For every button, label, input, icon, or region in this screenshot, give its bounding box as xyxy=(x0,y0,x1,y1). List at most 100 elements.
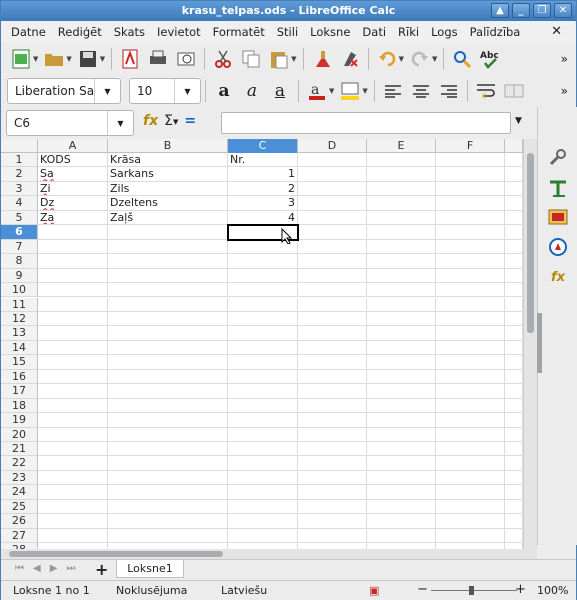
cell[interactable] xyxy=(38,369,108,385)
row-header[interactable]: 8 xyxy=(1,254,38,269)
cell[interactable] xyxy=(436,283,505,298)
underline-icon[interactable]: a xyxy=(268,79,292,103)
sum-icon[interactable]: Σ xyxy=(164,113,173,129)
cell[interactable] xyxy=(505,485,523,500)
cell[interactable] xyxy=(38,311,108,327)
previous-sheet-icon[interactable]: ◀ xyxy=(33,563,41,574)
cell[interactable] xyxy=(38,326,108,341)
cell[interactable] xyxy=(436,456,505,471)
cell[interactable] xyxy=(108,413,228,428)
cell[interactable] xyxy=(228,442,298,457)
cell[interactable] xyxy=(38,528,108,544)
cell[interactable] xyxy=(436,297,505,312)
cell[interactable] xyxy=(298,514,367,529)
cell[interactable] xyxy=(436,311,505,327)
menu-sheet[interactable]: Loksne xyxy=(304,25,356,39)
column-header[interactable]: E xyxy=(367,139,436,153)
menu-edit[interactable]: Rediģēt xyxy=(52,25,108,39)
cell[interactable] xyxy=(367,369,436,385)
cell[interactable] xyxy=(505,413,523,428)
close-window-button[interactable]: ✕ xyxy=(554,3,572,18)
undo-icon[interactable] xyxy=(375,47,399,71)
add-sheet-button[interactable]: + xyxy=(95,560,108,579)
cell[interactable] xyxy=(108,283,228,298)
functions-icon[interactable]: fx xyxy=(546,265,570,289)
cell[interactable]: KODS xyxy=(38,153,108,168)
cell[interactable] xyxy=(436,167,505,182)
cell[interactable] xyxy=(38,254,108,269)
zoom-out-button[interactable]: − xyxy=(417,582,428,597)
cell[interactable]: Zils xyxy=(108,181,228,197)
cell[interactable] xyxy=(228,427,298,442)
zoom-slider-track[interactable] xyxy=(431,590,517,591)
row-header[interactable]: 27 xyxy=(1,528,38,544)
export-pdf-icon[interactable] xyxy=(118,47,142,71)
cell[interactable] xyxy=(436,485,505,500)
shade-button[interactable]: ▲ xyxy=(491,3,509,18)
page-style[interactable]: Noklusējuma xyxy=(116,584,187,597)
row-header[interactable]: 12 xyxy=(1,311,38,327)
cell[interactable] xyxy=(367,254,436,269)
cell[interactable] xyxy=(38,225,108,240)
row-header[interactable]: 6 xyxy=(1,225,38,240)
cell[interactable] xyxy=(367,355,436,370)
cell[interactable] xyxy=(298,167,367,182)
cell[interactable] xyxy=(228,499,298,515)
cell[interactable] xyxy=(298,225,367,240)
cell[interactable] xyxy=(228,485,298,500)
cell[interactable] xyxy=(505,326,523,341)
row-header[interactable]: 11 xyxy=(1,297,38,312)
cell[interactable] xyxy=(228,398,298,414)
vertical-scrollbar[interactable] xyxy=(523,139,537,549)
bold-icon[interactable]: a xyxy=(212,79,236,103)
column-header[interactable]: C xyxy=(228,139,298,153)
merge-cells-icon[interactable] xyxy=(502,79,526,103)
cell[interactable] xyxy=(436,254,505,269)
cell[interactable] xyxy=(108,427,228,442)
cell[interactable] xyxy=(505,181,523,197)
cell[interactable] xyxy=(436,514,505,529)
redo-icon[interactable] xyxy=(408,47,432,71)
cell[interactable]: 3 xyxy=(228,196,298,211)
cell[interactable] xyxy=(436,499,505,515)
vertical-scroll-thumb[interactable] xyxy=(527,153,534,333)
cell[interactable] xyxy=(505,254,523,269)
row-header[interactable]: 25 xyxy=(1,499,38,515)
cell[interactable] xyxy=(298,442,367,457)
cell[interactable] xyxy=(228,254,298,269)
cell[interactable] xyxy=(298,153,367,168)
cell[interactable] xyxy=(436,196,505,211)
cell[interactable] xyxy=(505,470,523,486)
cell[interactable] xyxy=(228,340,298,356)
expand-formula-icon[interactable]: ▼ xyxy=(515,116,522,126)
cell[interactable] xyxy=(505,283,523,298)
maximize-button[interactable]: ❐ xyxy=(533,3,551,18)
cell[interactable] xyxy=(367,528,436,544)
cell[interactable] xyxy=(228,355,298,370)
cell[interactable] xyxy=(108,355,228,370)
cell[interactable] xyxy=(505,384,523,399)
cell[interactable]: Nr. xyxy=(228,153,298,168)
cell[interactable] xyxy=(436,470,505,486)
chevron-down-icon[interactable]: ▼ xyxy=(329,87,334,95)
cell[interactable] xyxy=(436,268,505,284)
row-header[interactable]: 18 xyxy=(1,398,38,414)
cell[interactable] xyxy=(38,470,108,486)
cell[interactable] xyxy=(298,210,367,226)
column-header[interactable]: A xyxy=(38,139,108,153)
row-header[interactable]: 2 xyxy=(1,167,38,182)
chevron-down-icon[interactable]: ▼ xyxy=(174,79,200,103)
zoom-in-button[interactable]: + xyxy=(515,582,526,597)
cell[interactable] xyxy=(505,442,523,457)
cell[interactable] xyxy=(505,528,523,544)
print-preview-icon[interactable] xyxy=(174,47,198,71)
row-header[interactable]: 16 xyxy=(1,369,38,385)
cell[interactable] xyxy=(505,398,523,414)
cell[interactable] xyxy=(228,413,298,428)
cell[interactable] xyxy=(505,239,523,255)
cell[interactable] xyxy=(298,485,367,500)
copy-icon[interactable] xyxy=(239,47,263,71)
cell[interactable] xyxy=(367,167,436,182)
spreadsheet-grid[interactable]: ABCDEF 1 KODS Krāsa Nr. 2 Sa Sarkans 1 3 Zi Zils 2 4… xyxy=(1,139,537,549)
cell[interactable] xyxy=(505,268,523,284)
